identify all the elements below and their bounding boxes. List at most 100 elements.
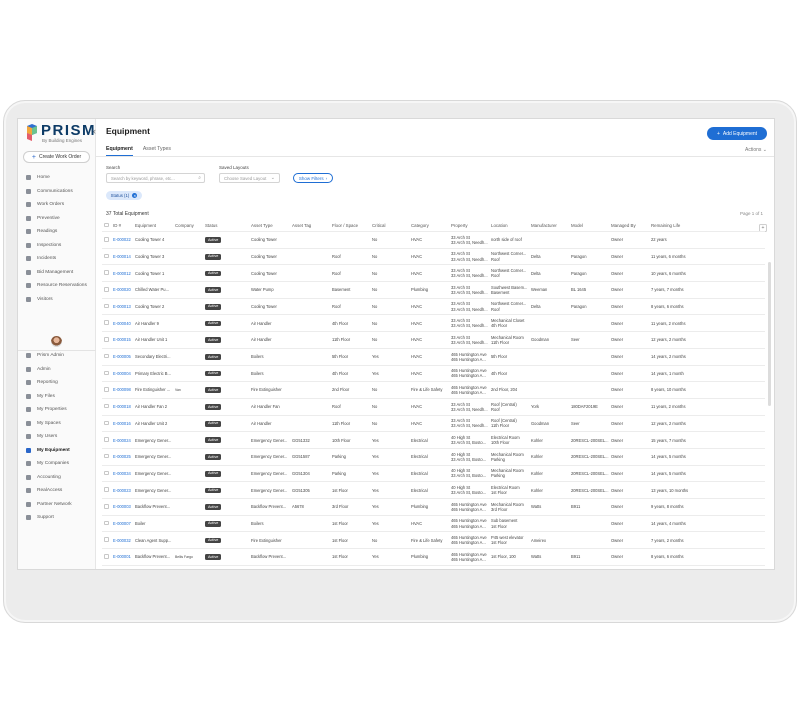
equipment-id-link[interactable]: E-000015 bbox=[111, 337, 133, 342]
sidebar-item-preventive[interactable]: Preventive bbox=[18, 212, 96, 226]
table-row[interactable]: E-000023 Emergency Gener... Active Emergenc… bbox=[102, 482, 765, 499]
row-checkbox[interactable] bbox=[104, 537, 109, 542]
equipment-id-link[interactable]: E-000014 bbox=[111, 254, 133, 259]
column-header-equipment[interactable]: Equipment bbox=[133, 223, 173, 229]
table-row[interactable]: E-000012 Cooling Tower 1 Active Cooling Tow… bbox=[102, 265, 765, 283]
column-header-property[interactable]: Property bbox=[449, 223, 489, 229]
sidebar-item-incidents[interactable]: Incidents bbox=[18, 252, 96, 266]
column-header-managed-by[interactable]: Managed By bbox=[609, 223, 649, 229]
sidebar-item-visitors[interactable]: Visitors bbox=[18, 293, 96, 307]
row-checkbox[interactable] bbox=[104, 487, 109, 492]
row-checkbox[interactable] bbox=[104, 237, 109, 242]
sidebar-item-communications[interactable]: Communications bbox=[18, 185, 96, 199]
row-checkbox[interactable] bbox=[104, 337, 109, 342]
equipment-id-link[interactable]: E-000032 bbox=[111, 538, 133, 543]
sidebar-item-work-orders[interactable]: Work Orders bbox=[18, 198, 96, 212]
row-checkbox[interactable] bbox=[104, 287, 109, 292]
equipment-id-link[interactable]: E-000040 bbox=[111, 321, 133, 326]
sidebar-item-my-files[interactable]: My Files bbox=[18, 390, 96, 404]
sidebar-item-resource-reservations[interactable]: Resource Reservations bbox=[18, 279, 96, 293]
row-checkbox[interactable] bbox=[104, 403, 109, 409]
sidebar-item-home[interactable]: Home bbox=[18, 171, 96, 185]
equipment-id-link[interactable]: E-000022 bbox=[111, 237, 133, 242]
show-filters-button[interactable]: Show Filters › bbox=[293, 173, 333, 183]
add-equipment-button[interactable]: + Add Equipment bbox=[707, 127, 767, 140]
sidebar-item-prism-admin[interactable]: Prism Admin bbox=[18, 349, 96, 363]
row-checkbox[interactable] bbox=[104, 370, 109, 376]
table-row[interactable]: E-000007 Boiler Active Boilers 1st Floor Yes H… bbox=[102, 516, 765, 533]
equipment-id-link[interactable]: E-000001 bbox=[111, 554, 133, 559]
equipment-id-link[interactable]: E-000024 bbox=[111, 438, 133, 443]
column-header-company[interactable]: Company bbox=[173, 223, 203, 229]
row-checkbox[interactable] bbox=[104, 437, 109, 442]
equipment-id-link[interactable]: E-000013 bbox=[111, 304, 133, 309]
row-checkbox[interactable] bbox=[104, 253, 109, 259]
row-checkbox[interactable] bbox=[104, 453, 109, 459]
table-row[interactable]: E-000018 Air Handler Fan 2 Active Air Handl… bbox=[102, 399, 765, 416]
column-header-critical[interactable]: Critical bbox=[370, 223, 409, 229]
create-work-order-button[interactable]: + Create Work Order bbox=[23, 151, 90, 163]
equipment-id-link[interactable]: E-000025 bbox=[111, 454, 133, 459]
equipment-id-link[interactable]: E-000005 bbox=[111, 354, 133, 359]
sidebar-item-my-properties[interactable]: My Properties bbox=[18, 403, 96, 417]
sidebar-item-support[interactable]: Support bbox=[18, 511, 96, 525]
sidebar-item-my-spaces[interactable]: My Spaces bbox=[18, 417, 96, 431]
row-checkbox[interactable] bbox=[104, 353, 109, 359]
column-header-category[interactable]: Category bbox=[409, 223, 449, 229]
equipment-id-link[interactable]: E-000004 bbox=[111, 371, 133, 376]
saved-layouts-select[interactable]: Choose Saved Layout ⌄ bbox=[219, 173, 280, 183]
table-row[interactable]: E-000016 Air Handler Unit 2 Active Air Hand… bbox=[102, 416, 765, 433]
row-checkbox[interactable] bbox=[104, 554, 109, 559]
table-row[interactable]: E-000022 Cooling Tower 4 Active Cooling Tow… bbox=[102, 232, 765, 249]
row-checkbox[interactable] bbox=[104, 520, 109, 526]
prism-logo[interactable]: PRISM By Building Engines bbox=[24, 122, 95, 145]
sidebar-item-readings[interactable]: Readings bbox=[18, 225, 96, 239]
equipment-id-link[interactable]: E-000003 bbox=[111, 504, 133, 509]
sidebar-item-my-users[interactable]: My Users bbox=[18, 430, 96, 444]
row-checkbox[interactable] bbox=[104, 420, 109, 426]
select-all-checkbox[interactable] bbox=[104, 222, 109, 227]
sidebar-item-realaccess[interactable]: RealAccess bbox=[18, 484, 96, 498]
sidebar-item-bid-management[interactable]: Bid Management bbox=[18, 266, 96, 280]
column-header-manufacturer[interactable]: Manufacturer bbox=[529, 223, 569, 229]
sidebar-item-inspections[interactable]: Inspections bbox=[18, 239, 96, 253]
status-filter-chip[interactable]: Status (1) ✕ bbox=[106, 191, 142, 200]
table-row[interactable]: E-000024 Emergency Gener... Active Emergenc… bbox=[102, 432, 765, 449]
sidebar-item-admin[interactable]: Admin bbox=[18, 363, 96, 377]
actions-menu[interactable]: Actions ⌄ bbox=[745, 147, 767, 153]
equipment-id-link[interactable]: E-000016 bbox=[111, 421, 133, 426]
column-header-id[interactable]: ID # bbox=[111, 223, 133, 229]
column-header-floor-space[interactable]: Floor / Space bbox=[330, 223, 370, 229]
sidebar-item-reporting[interactable]: Reporting bbox=[18, 376, 96, 390]
table-row[interactable]: E-000003 Backflow Prevent... Active Backflo… bbox=[102, 499, 765, 516]
table-row[interactable]: E-000034 Emergency Gener... Active Emergenc… bbox=[102, 466, 765, 483]
row-checkbox[interactable] bbox=[104, 470, 109, 476]
equipment-id-link[interactable]: E-000098 bbox=[111, 387, 133, 392]
tab-asset-types[interactable]: Asset Types bbox=[143, 146, 171, 156]
row-checkbox[interactable] bbox=[104, 504, 109, 509]
column-header-remaining-life[interactable]: Remaining Life bbox=[649, 223, 705, 229]
table-row[interactable]: E-000014 Cooling Tower 3 Active Cooling Tow… bbox=[102, 249, 765, 266]
table-row[interactable]: E-000032 Clean Agent Supp... Active Fire Ex… bbox=[102, 532, 765, 550]
table-row[interactable]: E-000098 Fire Extinguisher ... Van Active Fi… bbox=[102, 382, 765, 399]
equipment-id-link[interactable]: E-000020 bbox=[111, 287, 133, 292]
equipment-id-link[interactable]: E-000007 bbox=[111, 521, 133, 526]
equipment-id-link[interactable]: E-000018 bbox=[111, 404, 133, 409]
close-icon[interactable]: ✕ bbox=[132, 193, 138, 198]
table-row[interactable]: E-000040 Air Handler 9 Active Air Handler 4t… bbox=[102, 315, 765, 333]
column-header-asset-type[interactable]: Asset Type bbox=[249, 223, 290, 229]
table-row[interactable]: E-000004 Primary Electric B... Active Boile… bbox=[102, 366, 765, 383]
table-row[interactable]: E-000001 Backflow Prevent... Bellis Fargo A… bbox=[102, 549, 765, 566]
table-row[interactable]: E-000025 Emergency Gener... Active Emergenc… bbox=[102, 449, 765, 466]
column-header-asset-tag[interactable]: Asset Tag bbox=[290, 223, 330, 229]
row-checkbox[interactable] bbox=[104, 320, 109, 325]
sidebar-item-partner-network[interactable]: Partner Network bbox=[18, 498, 96, 512]
row-checkbox[interactable] bbox=[104, 387, 109, 392]
tab-equipment[interactable]: Equipment bbox=[106, 146, 133, 156]
column-header-status[interactable]: Status bbox=[203, 223, 249, 229]
equipment-id-link[interactable]: E-000034 bbox=[111, 471, 133, 476]
sidebar-item-my-equipment[interactable]: My Equipment bbox=[18, 444, 96, 458]
sidebar-item-accounting[interactable]: Accounting bbox=[18, 471, 96, 485]
search-input[interactable]: Search by keyword, phrase, etc... ⌕ bbox=[106, 173, 205, 183]
equipment-id-link[interactable]: E-000012 bbox=[111, 271, 133, 276]
